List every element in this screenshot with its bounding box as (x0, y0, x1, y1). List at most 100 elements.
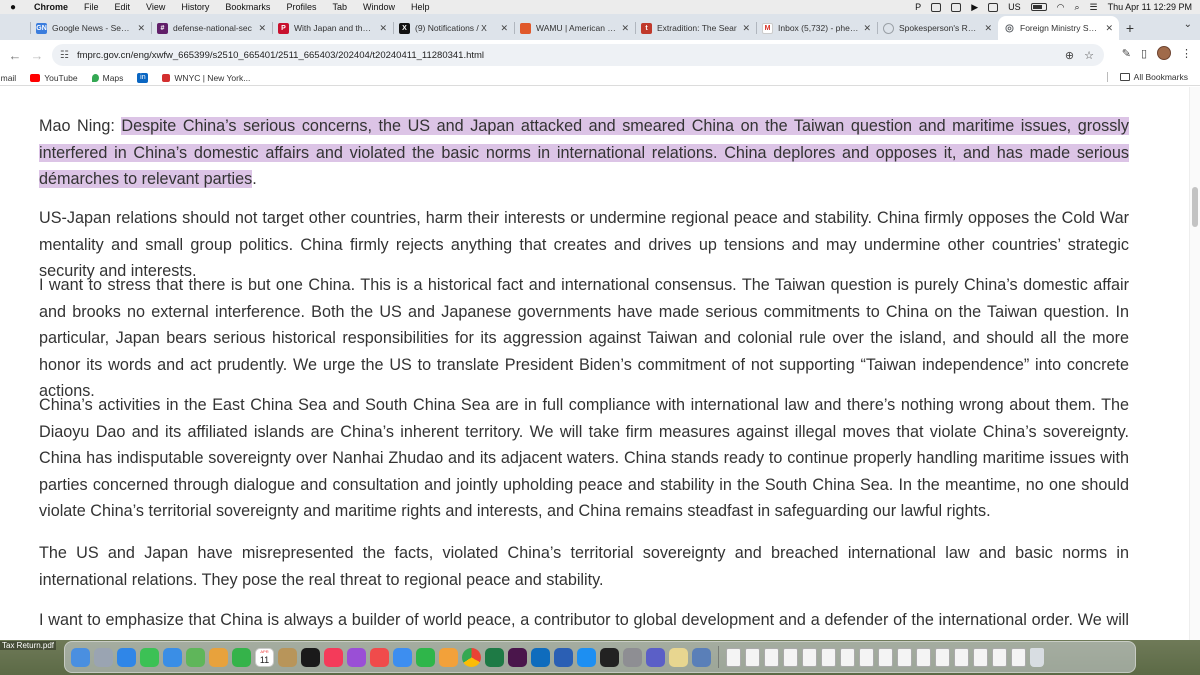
profile-avatar[interactable] (1157, 46, 1171, 60)
apple-menu-icon[interactable]: ● (0, 2, 26, 13)
chrome-icon[interactable] (462, 647, 481, 667)
dock-document-icon[interactable] (726, 647, 741, 667)
tab-wamu[interactable]: WAMU | American Un ✕ (514, 16, 635, 40)
dock-document-icon[interactable] (878, 647, 893, 667)
scrollbar-thumb[interactable] (1192, 187, 1198, 227)
desktop-file-tax-return[interactable]: Tax Return.pdf (0, 641, 57, 650)
battery-icon[interactable] (1030, 3, 1047, 11)
tab-gmail[interactable]: M Inbox (5,732) - phekle ✕ (756, 16, 877, 40)
menu-profiles[interactable]: Profiles (278, 2, 324, 12)
photos-icon[interactable] (209, 647, 228, 667)
tab-politico[interactable]: P With Japan and the Pl ✕ (272, 16, 393, 40)
url-text[interactable]: fmprc.gov.cn/eng/xwfw_665399/s2510_66540… (77, 50, 1065, 61)
dock-document-icon[interactable] (1011, 647, 1026, 667)
tab-extradition[interactable]: t Extradition: The Sear ✕ (635, 16, 756, 40)
control-center-icon[interactable]: ☰ (1090, 2, 1098, 13)
news-icon[interactable] (370, 647, 389, 667)
dock-document-icon[interactable] (935, 647, 950, 667)
zoom-icon[interactable]: ⊕ (1065, 49, 1074, 62)
close-icon[interactable]: ✕ (984, 23, 992, 34)
dock-document-icon[interactable] (783, 647, 798, 667)
menu-view[interactable]: View (138, 2, 173, 12)
tab-slack[interactable]: # defense-national-sec ✕ (151, 16, 272, 40)
bookmark-star-icon[interactable]: ☆ (1084, 49, 1094, 62)
numbers-icon[interactable] (416, 647, 435, 667)
dock-document-icon[interactable] (954, 647, 969, 667)
new-tab-button[interactable]: + (1119, 16, 1141, 40)
menu-window[interactable]: Window (355, 2, 403, 12)
tab-foreign-ministry-active[interactable]: ◎ Foreign Ministry Spok ✕ (998, 16, 1119, 40)
site-info-icon[interactable]: ☷ (60, 50, 69, 61)
dock-document-icon[interactable] (897, 647, 912, 667)
tab-search-icon[interactable]: ⌄ (1184, 19, 1192, 30)
dock-document-icon[interactable] (764, 647, 779, 667)
search-icon[interactable]: ⌕ (1074, 2, 1079, 13)
input-source-indicator[interactable]: US (1008, 2, 1021, 12)
menu-app-name[interactable]: Chrome (26, 2, 76, 12)
bookmark-wnyc[interactable]: WNYC | New York... (162, 73, 250, 83)
close-icon[interactable]: ✕ (258, 23, 266, 34)
tv-icon[interactable] (301, 647, 320, 667)
close-icon[interactable]: ✕ (500, 23, 508, 34)
dock-document-icon[interactable] (859, 647, 874, 667)
status-sync-icon[interactable] (951, 2, 962, 12)
bookmark-gmail[interactable]: Gmail (0, 73, 16, 83)
pages-icon[interactable] (439, 647, 458, 667)
menu-file[interactable]: File (76, 2, 107, 12)
status-app-icon[interactable] (931, 2, 942, 12)
menu-edit[interactable]: Edit (107, 2, 139, 12)
outlook-icon[interactable] (531, 647, 550, 667)
safari-icon[interactable] (117, 647, 136, 667)
podcasts-icon[interactable] (347, 647, 366, 667)
word-icon[interactable] (554, 647, 573, 667)
teams-icon[interactable] (646, 647, 665, 667)
maps-icon[interactable] (186, 647, 205, 667)
all-bookmarks-button[interactable]: All Bookmarks (1119, 72, 1188, 82)
settings-icon[interactable] (623, 647, 642, 667)
close-icon[interactable]: ✕ (1105, 23, 1113, 34)
trash-icon[interactable] (1030, 647, 1044, 667)
mail-icon[interactable] (163, 647, 182, 667)
more-menu-icon[interactable]: ⋮ (1181, 47, 1192, 60)
highlighted-text[interactable]: Despite China’s serious concerns, the US… (39, 117, 1129, 188)
extensions-icon[interactable]: ✎ (1122, 47, 1131, 60)
status-p-icon[interactable]: P (915, 2, 921, 12)
facetime-icon[interactable] (232, 647, 251, 667)
dock-document-icon[interactable] (916, 647, 931, 667)
finder-icon[interactable] (71, 647, 90, 667)
close-icon[interactable]: ✕ (137, 23, 145, 34)
close-icon[interactable]: ✕ (621, 23, 629, 34)
bookmark-linkedin[interactable]: in (137, 72, 149, 83)
calendar-icon[interactable]: APR 11 (255, 647, 274, 667)
tab-google-news[interactable]: GN Google News - Searc ✕ (30, 16, 151, 40)
bookmark-maps[interactable]: Maps (91, 73, 123, 83)
messages-icon[interactable] (140, 647, 159, 667)
close-icon[interactable]: ✕ (379, 23, 387, 34)
menu-history[interactable]: History (173, 2, 217, 12)
close-icon[interactable]: ✕ (742, 23, 750, 34)
dock-document-icon[interactable] (992, 647, 1007, 667)
scrollbar-track[interactable] (1189, 87, 1200, 640)
menu-bookmarks[interactable]: Bookmarks (217, 2, 278, 12)
status-keyboard-icon[interactable] (988, 2, 999, 12)
wifi-icon[interactable]: ◠ (1057, 2, 1065, 13)
screen-sharing-icon[interactable] (692, 647, 711, 667)
side-panel-icon[interactable]: ▯ (1141, 47, 1147, 60)
tab-x-notifications[interactable]: X (9) Notifications / X ✕ (393, 16, 514, 40)
slack-icon[interactable] (508, 647, 527, 667)
dock-document-icon[interactable] (840, 647, 855, 667)
close-icon[interactable]: ✕ (863, 23, 871, 34)
dock-document-icon[interactable] (745, 647, 760, 667)
back-button[interactable]: ← (4, 44, 26, 66)
dock-document-icon[interactable] (802, 647, 817, 667)
dock-document-icon[interactable] (973, 647, 988, 667)
app-store-icon[interactable] (577, 647, 596, 667)
bookmark-youtube[interactable]: YouTube (30, 73, 78, 83)
dock-document-icon[interactable] (821, 647, 836, 667)
keynote-icon[interactable] (393, 647, 412, 667)
notes-icon[interactable] (278, 647, 297, 667)
forward-button[interactable]: → (26, 44, 48, 66)
address-bar[interactable]: ☷ fmprc.gov.cn/eng/xwfw_665399/s2510_665… (52, 44, 1104, 66)
tab-spokesperson-remarks[interactable]: Spokesperson's Rem ✕ (877, 16, 998, 40)
status-play-icon[interactable]: ▶ (971, 2, 978, 13)
